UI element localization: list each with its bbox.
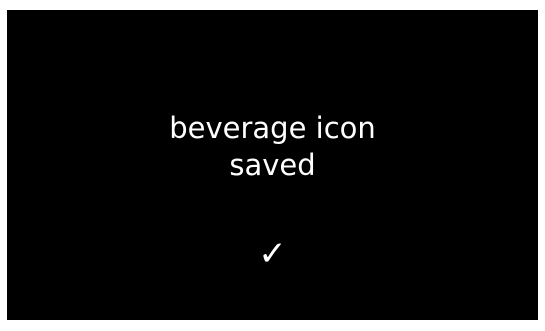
checkmark-icon: ✓ bbox=[258, 234, 287, 274]
confirmation-screen: beverage icon saved ✓ bbox=[7, 10, 538, 320]
confirmation-message: beverage icon saved bbox=[7, 110, 538, 184]
top-edge-strip bbox=[0, 0, 545, 10]
confirmation-line-1: beverage icon bbox=[169, 111, 376, 145]
confirmation-line-2: saved bbox=[229, 148, 316, 182]
